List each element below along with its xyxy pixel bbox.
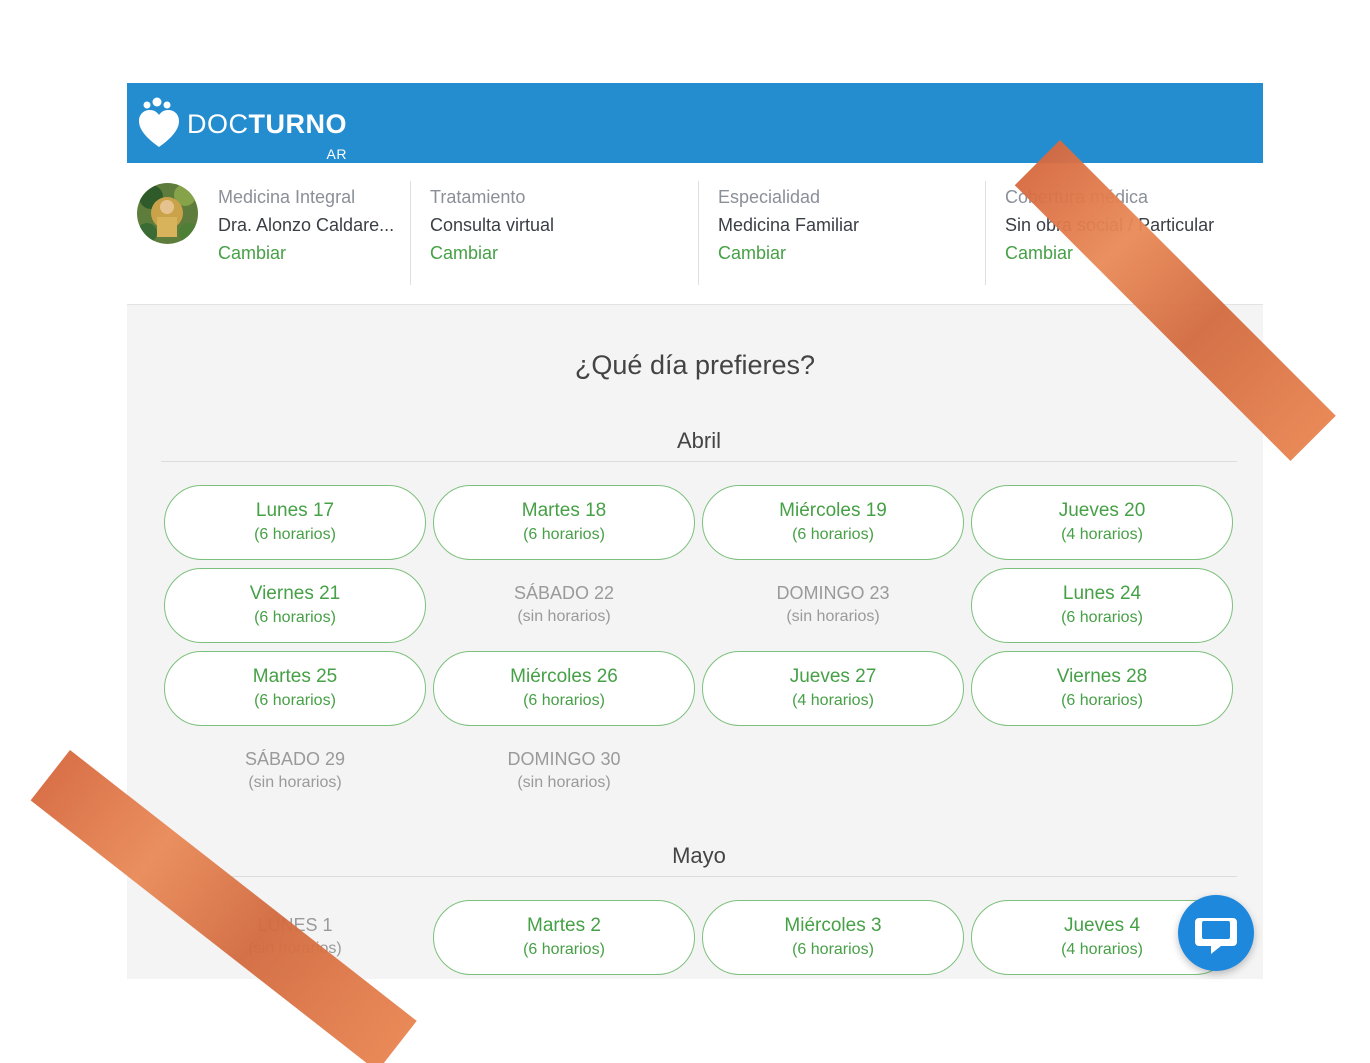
slot-count: (sin horarios)	[517, 774, 611, 791]
day-label: Lunes 24	[1062, 583, 1142, 604]
day-label: SÁBADO 29	[244, 749, 346, 769]
slot-count: (4 horarios)	[1061, 526, 1143, 543]
month-header-april: Abril	[161, 428, 1237, 462]
slot-count: (6 horarios)	[523, 941, 605, 958]
day-label: SÁBADO 22	[513, 583, 615, 603]
day-label: Miércoles 26	[510, 666, 618, 687]
day-label: DOMINGO 30	[507, 749, 621, 769]
day-label: Miércoles 19	[779, 500, 887, 521]
treatment-info: Tratamiento Consulta virtual Cambiar	[430, 183, 690, 287]
docturno-logo[interactable]: DOCTURNO AR	[139, 97, 347, 162]
slot-count: (6 horarios)	[1061, 609, 1143, 626]
day-label: Martes 25	[252, 666, 338, 687]
slot-count: (6 horarios)	[523, 526, 605, 543]
day-option[interactable]: Jueves 20 (4 horarios)	[971, 485, 1233, 560]
doctor-name: Dra. Alonzo Caldare...	[218, 215, 395, 235]
divider	[985, 181, 986, 285]
header-bar: DOCTURNO AR	[127, 83, 1263, 163]
brand-name-light: DOC	[187, 109, 249, 139]
chat-button[interactable]	[1178, 895, 1254, 971]
slot-count: (sin horarios)	[517, 608, 611, 625]
day-option: SÁBADO 22 (sin horarios)	[433, 568, 695, 643]
divider	[410, 181, 411, 285]
day-option[interactable]: Miércoles 19 (6 horarios)	[702, 485, 964, 560]
slot-count: (6 horarios)	[792, 526, 874, 543]
slot-count: (6 horarios)	[254, 526, 336, 543]
day-option[interactable]: Jueves 27 (4 horarios)	[702, 651, 964, 726]
change-doctor-link[interactable]: Cambiar	[218, 239, 403, 267]
month-header-may: Mayo	[161, 843, 1237, 877]
treatment-label: Tratamiento	[430, 187, 526, 207]
doctor-avatar	[137, 183, 198, 244]
slot-count: (sin horarios)	[786, 608, 880, 625]
slot-count: (sin horarios)	[248, 774, 342, 791]
day-option[interactable]: Martes 2 (6 horarios)	[433, 900, 695, 975]
change-specialty-link[interactable]: Cambiar	[718, 239, 978, 267]
divider	[698, 181, 699, 285]
doctor-info: Medicina Integral Dra. Alonzo Caldare...…	[218, 183, 403, 287]
day-label: Martes 2	[527, 915, 601, 936]
doctor-category: Medicina Integral	[218, 187, 356, 207]
day-label: Jueves 27	[789, 666, 877, 687]
day-label: Lunes 17	[255, 500, 335, 521]
day-label: DOMINGO 23	[776, 583, 890, 603]
day-label: Viernes 21	[249, 583, 341, 604]
day-option: SÁBADO 29 (sin horarios)	[164, 734, 426, 809]
specialty-info: Especialidad Medicina Familiar Cambiar	[718, 183, 978, 287]
day-label: Viernes 28	[1056, 666, 1148, 687]
day-option[interactable]: Lunes 17 (6 horarios)	[164, 485, 426, 560]
day-option[interactable]: Martes 25 (6 horarios)	[164, 651, 426, 726]
day-option: DOMINGO 30 (sin horarios)	[433, 734, 695, 809]
day-option[interactable]: Miércoles 3 (6 horarios)	[702, 900, 964, 975]
specialty-label: Especialidad	[718, 187, 821, 207]
specialty-value: Medicina Familiar	[718, 215, 860, 235]
day-option[interactable]: Martes 18 (6 horarios)	[433, 485, 695, 560]
brand-name-bold: TURNO	[248, 109, 347, 139]
heart-logo-icon	[139, 97, 179, 149]
day-option: DOMINGO 23 (sin horarios)	[702, 568, 964, 643]
slot-count: (6 horarios)	[523, 692, 605, 709]
slot-count: (6 horarios)	[792, 941, 874, 958]
page-title: ¿Qué día prefieres?	[574, 350, 816, 380]
chat-bubble-icon	[1195, 918, 1237, 954]
day-option[interactable]: Miércoles 26 (6 horarios)	[433, 651, 695, 726]
change-treatment-link[interactable]: Cambiar	[430, 239, 690, 267]
day-label: Jueves 20	[1058, 500, 1146, 521]
day-label: Martes 18	[521, 500, 607, 521]
day-option[interactable]: Lunes 24 (6 horarios)	[971, 568, 1233, 643]
slot-count: (4 horarios)	[792, 692, 874, 709]
slot-count: (6 horarios)	[254, 609, 336, 626]
day-label: Miércoles 3	[784, 915, 882, 936]
treatment-value: Consulta virtual	[430, 215, 555, 235]
slot-count: (6 horarios)	[1061, 692, 1143, 709]
day-option[interactable]: Viernes 21 (6 horarios)	[164, 568, 426, 643]
day-option[interactable]: Viernes 28 (6 horarios)	[971, 651, 1233, 726]
slot-count: (6 horarios)	[254, 692, 336, 709]
brand-name: DOCTURNO AR	[187, 109, 347, 162]
